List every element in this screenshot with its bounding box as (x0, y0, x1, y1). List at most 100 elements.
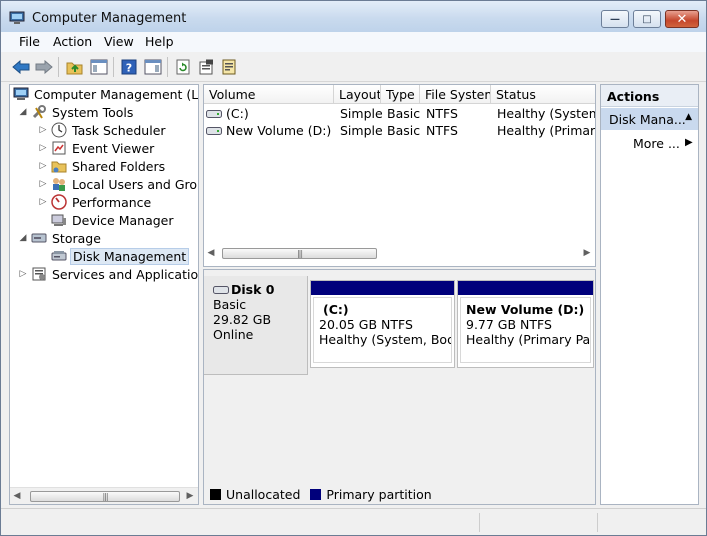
volume-file-system: NTFS (426, 123, 458, 138)
tree-item-label: System Tools (52, 104, 134, 120)
more-actions-link[interactable]: More ... (633, 136, 680, 151)
minimize-button[interactable]: — (601, 10, 629, 28)
computer-management-icon (9, 11, 25, 24)
scrollbar-thumb[interactable]: ||| (30, 491, 180, 502)
refresh-icon (176, 59, 190, 75)
table-row[interactable]: (C:) (206, 105, 334, 122)
legend-label-primary: Primary partition (326, 487, 432, 502)
scroll-right-icon[interactable]: ▶ (582, 248, 592, 258)
tree-item-performance[interactable]: ▷ Performance (38, 193, 153, 211)
table-row[interactable]: New Volume (D:) (206, 122, 334, 139)
expand-arrow-icon[interactable]: ▷ (38, 143, 48, 153)
device-manager-icon (51, 214, 66, 226)
disk-state: Online (213, 327, 254, 342)
back-button[interactable] (11, 57, 31, 77)
scrollbar-thumb[interactable]: ||| (222, 248, 377, 259)
disk-icon (213, 285, 229, 294)
export-list-icon (222, 59, 236, 75)
tree-item-device-manager[interactable]: Device Manager (48, 211, 176, 229)
maximize-icon: □ (642, 13, 652, 25)
tree-item-task-scheduler[interactable]: ▷ Task Scheduler (38, 121, 168, 139)
volume-horizontal-scrollbar[interactable]: ◀ ||| ▶ (204, 245, 595, 262)
up-one-level-button[interactable] (65, 57, 85, 77)
menu-file[interactable]: File (19, 34, 40, 49)
toolbar-separator (167, 57, 168, 77)
disk-name: Disk 0 (231, 282, 275, 297)
title-bar[interactable]: Computer Management — □ ✕ (1, 1, 706, 33)
column-header-type[interactable]: Type (381, 85, 420, 104)
console-tree: Computer Management (Local ◢ System Tool… (9, 84, 199, 505)
clock-icon (51, 122, 67, 138)
menu-view[interactable]: View (104, 34, 134, 49)
help-button[interactable]: ? (119, 57, 139, 77)
status-separator (479, 513, 480, 532)
disk-management-icon (51, 251, 67, 261)
tree-item-disk-management[interactable]: Disk Management (48, 247, 190, 265)
menu-action[interactable]: Action (53, 34, 92, 49)
tree-item-services-and-applications[interactable]: ▷ Services and Applications (18, 265, 199, 283)
actions-section-disk-management[interactable]: Disk Mana... ▲ (601, 108, 698, 130)
disk-info[interactable]: Disk 0 Basic 29.82 GB Online (204, 276, 308, 375)
menu-bar: File Action View Help (1, 32, 706, 52)
refresh-button[interactable] (173, 57, 193, 77)
column-header-file-system[interactable]: File System (420, 85, 491, 104)
close-button[interactable]: ✕ (665, 10, 699, 28)
expand-arrow-icon[interactable]: ▷ (38, 161, 48, 171)
computer-management-window: Computer Management — □ ✕ File Action Vi… (0, 0, 707, 536)
show-hide-console-tree-button[interactable] (89, 57, 109, 77)
collapse-arrow-icon[interactable]: ◢ (18, 233, 28, 243)
legend-label-unallocated: Unallocated (226, 487, 301, 502)
volume-file-system: NTFS (426, 106, 458, 121)
collapse-up-icon[interactable]: ▲ (685, 112, 692, 122)
legend: Unallocated Primary partition (210, 487, 432, 502)
forward-button[interactable] (34, 57, 54, 77)
computer-management-icon (13, 87, 29, 100)
back-arrow-icon (12, 60, 30, 74)
scroll-right-icon[interactable]: ▶ (185, 491, 195, 501)
tree-item-event-viewer[interactable]: ▷ Event Viewer (38, 139, 156, 157)
submenu-arrow-icon[interactable]: ▶ (685, 137, 693, 148)
partition-size: 20.05 GB NTFS (319, 317, 413, 332)
show-hide-tree-icon (90, 59, 108, 75)
collapse-arrow-icon[interactable]: ◢ (18, 107, 28, 117)
performance-icon (51, 194, 67, 210)
tree-item-system-tools[interactable]: ◢ System Tools (18, 103, 135, 121)
legend-swatch-unallocated (210, 489, 221, 500)
export-list-button[interactable] (219, 57, 239, 77)
actions-header: Actions (601, 85, 698, 107)
tree-horizontal-scrollbar[interactable]: ◀ ||| ▶ (10, 487, 198, 504)
scroll-left-icon[interactable]: ◀ (206, 248, 216, 258)
partition-d[interactable]: New Volume (D:) 9.77 GB NTFS Healthy (Pr… (457, 280, 594, 368)
partition-status: Healthy (System, Boot, A (319, 332, 451, 347)
expand-arrow-icon[interactable]: ▷ (38, 179, 48, 189)
menu-help[interactable]: Help (145, 34, 174, 49)
volume-type: Basic (387, 106, 421, 121)
tree-item-storage[interactable]: ◢ Storage (18, 229, 103, 247)
status-bar (1, 508, 706, 535)
volume-status: Healthy (System, B (497, 106, 595, 121)
tree-item-label: Computer Management (Local (34, 86, 199, 102)
close-icon: ✕ (676, 11, 688, 27)
volume-list: Volume Layout Type File System Status (C… (203, 84, 596, 267)
legend-swatch-primary (310, 489, 322, 500)
column-header-volume[interactable]: Volume (204, 85, 334, 104)
partition-c[interactable]: (C:) 20.05 GB NTFS Healthy (System, Boot… (310, 280, 455, 368)
tree-item-shared-folders[interactable]: ▷ Shared Folders (38, 157, 167, 175)
column-header-layout[interactable]: Layout (334, 85, 381, 104)
volume-layout: Simple (340, 106, 383, 121)
column-header-status[interactable]: Status (491, 85, 595, 104)
properties-button[interactable] (196, 57, 216, 77)
tree-item-label: Services and Applications (52, 266, 199, 282)
tree-item-computer-management[interactable]: Computer Management (Local (13, 85, 199, 103)
show-hide-action-pane-button[interactable] (143, 57, 163, 77)
expand-arrow-icon[interactable]: ▷ (38, 125, 48, 135)
scroll-left-icon[interactable]: ◀ (12, 491, 22, 501)
maximize-button[interactable]: □ (633, 10, 661, 28)
expand-arrow-icon[interactable]: ▷ (18, 269, 28, 279)
show-hide-action-pane-icon (144, 59, 162, 75)
tree-item-label: Shared Folders (72, 158, 166, 174)
expand-arrow-icon[interactable]: ▷ (38, 197, 48, 207)
svg-text:?: ? (126, 62, 132, 75)
tree-item-label: Disk Management (70, 247, 190, 265)
tree-item-local-users-and-groups[interactable]: ▷ Local Users and Groups (38, 175, 198, 193)
